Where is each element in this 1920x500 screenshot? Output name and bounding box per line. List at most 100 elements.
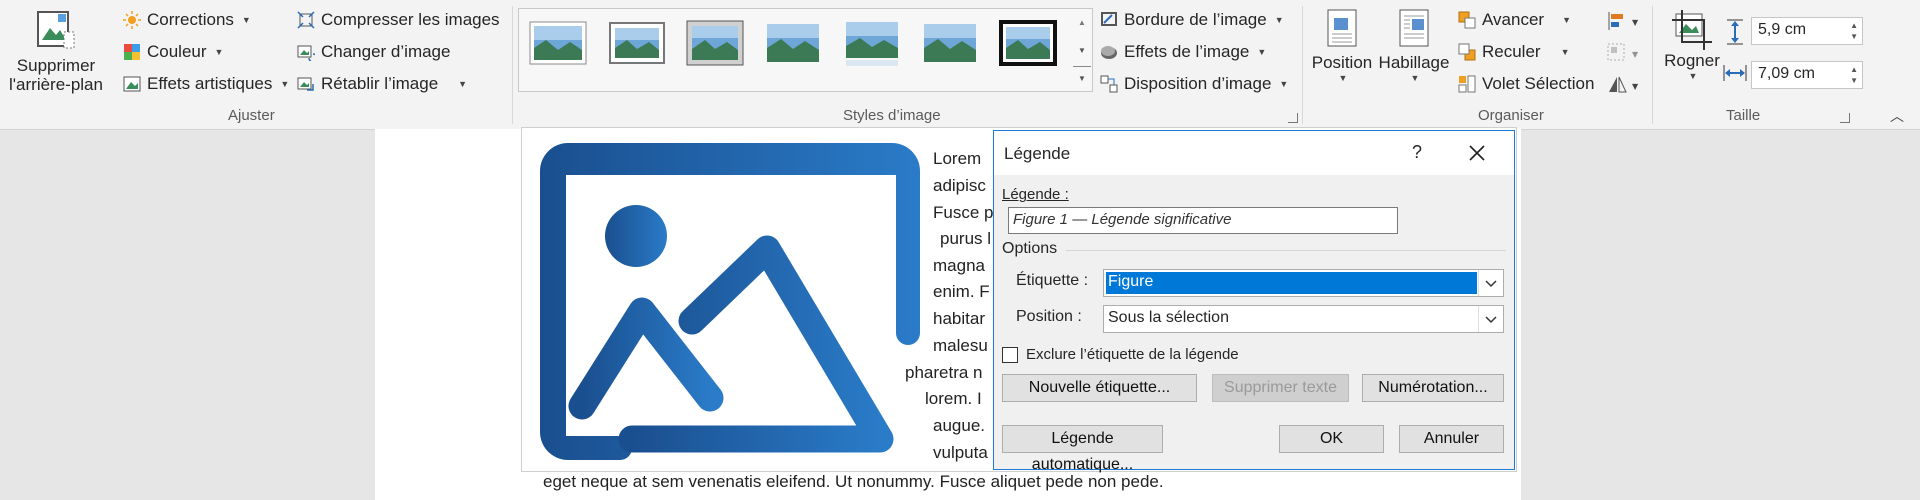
label-select-highlight	[1106, 272, 1477, 294]
doc-text-line: enim. F	[933, 282, 990, 301]
crop-icon	[1672, 10, 1712, 50]
picture-layout-button[interactable]: Disposition d’image ▼	[1100, 74, 1288, 94]
delete-label-button[interactable]: Supprimer texte	[1212, 374, 1349, 402]
autocaption-button[interactable]: Légende automatique...	[1002, 425, 1163, 473]
group-objects-button[interactable]: ▼	[1606, 42, 1642, 64]
remove-background-button[interactable]: Supprimer l'arrière-plan	[4, 6, 108, 102]
height-value: 5,9 cm	[1758, 21, 1807, 38]
doc-text-line: vulputa	[933, 443, 988, 462]
position-select[interactable]: Sous la sélection	[1103, 305, 1504, 333]
picture-style-6[interactable]	[920, 18, 980, 68]
artistic-effects-button[interactable]: Effets artistiques ▼	[123, 74, 289, 94]
picture-style-5[interactable]	[842, 18, 902, 68]
help-button[interactable]: ?	[1412, 142, 1422, 163]
exclude-label-text[interactable]: Exclure l’étiquette de la légende	[1026, 346, 1239, 363]
reset-picture-label: Rétablir l’image	[321, 74, 439, 93]
doc-text-line: augue.	[933, 416, 985, 435]
new-label-button[interactable]: Nouvelle étiquette...	[1002, 374, 1197, 402]
color-button[interactable]: Couleur ▼	[123, 42, 223, 62]
dialog-title: Légende	[1004, 144, 1071, 163]
compress-icon	[297, 11, 315, 29]
position-button[interactable]: Position ▼	[1308, 8, 1376, 100]
picture-effects-button[interactable]: Effets de l’image ▼	[1100, 42, 1266, 62]
align-icon: ▼	[1608, 12, 1639, 30]
gallery-more[interactable]: ▼	[1073, 66, 1091, 91]
remove-background-label-2: l'arrière-plan	[9, 75, 103, 94]
spin-up-icon[interactable]: ▲	[1850, 65, 1858, 74]
placeholder-image-icon[interactable]	[540, 143, 922, 460]
chevron-down-icon	[1485, 316, 1497, 324]
spin-down-icon[interactable]: ▼	[1850, 76, 1858, 85]
exclude-label-checkbox[interactable]	[1002, 347, 1018, 363]
ok-button[interactable]: OK	[1279, 425, 1384, 453]
artistic-effects-label: Effets artistiques	[147, 74, 273, 93]
picture-style-3[interactable]	[685, 18, 745, 68]
picture-border-button[interactable]: Bordure de l’image ▼	[1100, 10, 1284, 30]
label-select-value: Figure	[1108, 273, 1154, 290]
caption-input-value: Figure 1 — Légende significative	[1013, 211, 1232, 228]
crop-label: Rogner	[1664, 51, 1720, 70]
style-thumbnail-icon	[529, 21, 587, 65]
spin-up-icon[interactable]: ▲	[1850, 21, 1858, 30]
chevron-down-icon	[1485, 280, 1497, 288]
chevron-down-icon: ▼	[1562, 15, 1571, 25]
corrections-button[interactable]: Corrections ▼	[123, 10, 251, 30]
height-input[interactable]: 5,9 cm ▲ ▼	[1751, 17, 1863, 45]
doc-text-line: habitar	[933, 309, 985, 328]
compress-pictures-button[interactable]: Compresser les images	[297, 10, 500, 30]
group-separator	[1652, 6, 1653, 124]
collapse-ribbon-icon[interactable]: ︿	[1890, 106, 1904, 126]
rotate-icon: ▼	[1609, 76, 1639, 93]
picture-layout-icon	[1100, 75, 1118, 93]
change-picture-button[interactable]: Changer d’image	[297, 42, 450, 62]
style-thumbnail-icon	[846, 22, 898, 66]
selection-pane-icon	[1458, 75, 1476, 93]
wrap-text-icon	[1399, 9, 1429, 47]
label-select[interactable]: Figure	[1103, 269, 1504, 297]
numbering-button[interactable]: Numérotation...	[1362, 374, 1504, 402]
chevron-down-icon: ▼	[1410, 73, 1420, 83]
rotate-button[interactable]: ▼	[1606, 74, 1642, 96]
send-backward-label: Reculer	[1482, 42, 1541, 61]
spin-down-icon[interactable]: ▼	[1850, 32, 1858, 41]
picture-layout-label: Disposition d’image	[1124, 74, 1272, 93]
reset-picture-button[interactable]: Rétablir l’image ▼	[297, 74, 467, 94]
style-thumbnail-icon	[999, 20, 1057, 66]
chevron-down-icon: ▼	[1560, 47, 1570, 57]
caption-input[interactable]: Figure 1 — Légende significative	[1008, 207, 1398, 234]
crop-button[interactable]: Rogner ▼	[1656, 8, 1728, 100]
picture-style-7[interactable]	[998, 18, 1058, 68]
size-dialog-launcher[interactable]	[1840, 113, 1850, 123]
selection-pane-label: Volet Sélection	[1482, 74, 1595, 93]
chevron-down-icon: ▼	[214, 47, 224, 57]
close-icon[interactable]	[1468, 144, 1486, 162]
align-button[interactable]: ▼	[1606, 10, 1642, 32]
send-backward-button[interactable]: Reculer ▼	[1458, 42, 1570, 62]
position-label: Position	[1311, 53, 1373, 72]
width-value: 7,09 cm	[1758, 65, 1815, 82]
styles-dialog-launcher[interactable]	[1288, 113, 1298, 123]
style-thumbnail-icon	[924, 24, 976, 62]
dropdown-arrow[interactable]	[1478, 306, 1503, 332]
bring-forward-icon	[1458, 11, 1476, 29]
cancel-button[interactable]: Annuler	[1399, 425, 1504, 453]
bring-forward-button[interactable]: Avancer ▼	[1458, 10, 1571, 30]
bring-forward-label: Avancer	[1482, 10, 1545, 29]
picture-style-4[interactable]	[763, 18, 823, 68]
picture-border-label: Bordure de l’image	[1124, 10, 1267, 29]
dialog-titlebar: Légende ?	[994, 131, 1514, 175]
style-thumbnail-icon	[609, 22, 665, 64]
wrap-text-button[interactable]: Habillage ▼	[1376, 8, 1452, 100]
width-input[interactable]: 7,09 cm ▲ ▼	[1751, 61, 1863, 89]
selection-pane-button[interactable]: Volet Sélection	[1458, 74, 1594, 94]
group-objects-icon: ▼	[1607, 43, 1639, 61]
picture-style-1[interactable]	[528, 18, 588, 68]
style-thumbnail-icon	[686, 20, 744, 66]
picture-effects-label: Effets de l’image	[1124, 42, 1250, 61]
gallery-scroll-down[interactable]: ▼	[1073, 38, 1091, 64]
artistic-effects-icon	[123, 76, 141, 92]
gallery-scroll-up[interactable]: ▲	[1073, 10, 1091, 36]
picture-style-2[interactable]	[607, 18, 667, 68]
group-label-taille: Taille	[1726, 107, 1761, 124]
dropdown-arrow[interactable]	[1478, 270, 1503, 296]
